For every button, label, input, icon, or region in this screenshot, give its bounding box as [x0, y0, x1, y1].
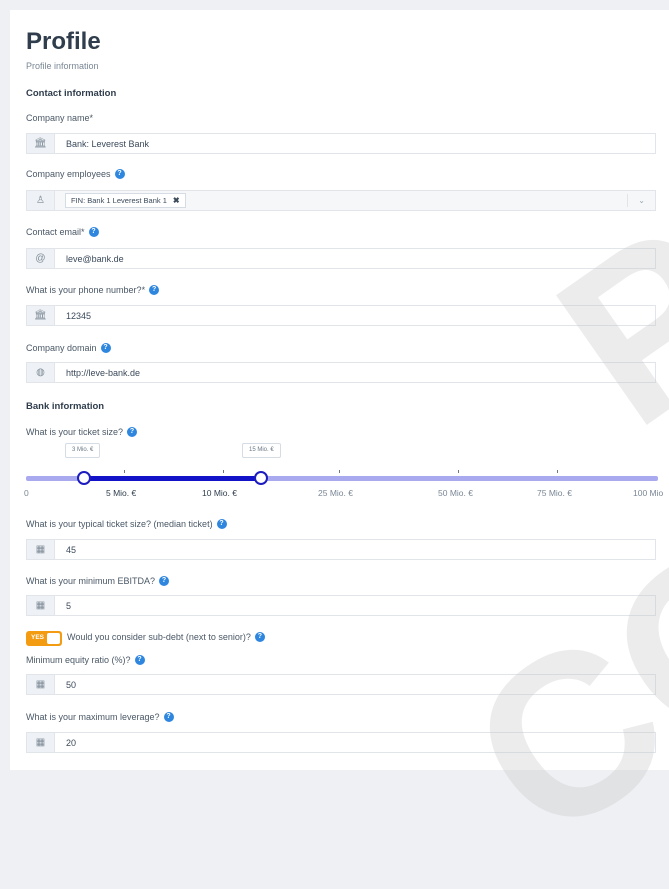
- at-icon: @: [27, 249, 55, 268]
- globe-icon: ◍: [27, 363, 55, 382]
- calculator-icon: ▦: [27, 675, 55, 694]
- help-icon[interactable]: ?: [134, 655, 145, 665]
- slider-min-bubble: 3 Mio. €: [65, 443, 101, 458]
- contact-email-value: leve@bank.de: [66, 253, 124, 264]
- typical-ticket-label: What is your typical ticket size? (media…: [26, 519, 227, 529]
- company-employees-select[interactable]: ♙ FIN: Bank 1 Leverest Bank 1 ✖ ⌄: [26, 190, 656, 211]
- bank-icon: 🏛: [27, 306, 55, 325]
- toggle-knob: [47, 633, 60, 644]
- help-icon[interactable]: ?: [114, 169, 125, 179]
- equity-ratio-label: Minimum equity ratio (%)??: [26, 655, 145, 665]
- help-icon[interactable]: ?: [149, 285, 160, 295]
- contact-email-field[interactable]: @ leve@bank.de: [26, 248, 656, 269]
- tag-remove-icon[interactable]: ✖: [173, 196, 180, 205]
- slider-tick-label: 25 Mio. €: [318, 488, 353, 498]
- min-ebitda-field[interactable]: ▦ 5: [26, 595, 656, 616]
- select-separator: [627, 194, 628, 207]
- calculator-icon: ▦: [27, 596, 55, 615]
- slider-max-bubble: 15 Mio. €: [242, 443, 281, 458]
- help-icon[interactable]: ?: [254, 632, 265, 642]
- sub-debt-toggle[interactable]: YES: [26, 631, 62, 646]
- contact-section-heading: Contact information: [26, 88, 117, 99]
- toggle-yes-label: YES: [31, 634, 45, 641]
- max-leverage-field[interactable]: ▦ 20: [26, 732, 656, 753]
- slider-tick: [458, 470, 459, 473]
- phone-label: What is your phone number?*?: [26, 285, 160, 295]
- slider-tick: [339, 470, 340, 473]
- min-ebitda-value: 5: [66, 600, 72, 611]
- user-icon: ♙: [27, 191, 55, 210]
- max-leverage-value: 20: [66, 737, 77, 748]
- typical-ticket-field[interactable]: ▦ 45: [26, 539, 656, 560]
- company-name-field[interactable]: 🏛 Bank: Leverest Bank: [26, 133, 656, 154]
- slider-tick: [223, 470, 224, 473]
- help-icon[interactable]: ?: [88, 227, 99, 237]
- help-icon[interactable]: ?: [216, 519, 227, 529]
- max-leverage-label: What is your maximum leverage??: [26, 712, 174, 722]
- typical-ticket-value: 45: [66, 544, 77, 555]
- bank-section-heading: Bank information: [26, 401, 105, 412]
- bank-icon: 🏛: [27, 134, 55, 153]
- employee-tag: FIN: Bank 1 Leverest Bank 1 ✖: [65, 193, 186, 208]
- company-name-label: Company name*: [26, 113, 94, 123]
- ticket-size-label: What is your ticket size??: [26, 427, 138, 437]
- slider-tick-label: 50 Mio. €: [438, 488, 473, 498]
- slider-tick-label: 75 Mio. €: [537, 488, 572, 498]
- slider-tick: [557, 470, 558, 473]
- slider-tick-label: 5 Mio. €: [106, 488, 137, 498]
- contact-email-label: Contact email*?: [26, 227, 99, 237]
- equity-ratio-value: 50: [66, 679, 77, 690]
- company-name-value: Bank: Leverest Bank: [66, 138, 150, 149]
- chevron-down-icon[interactable]: ⌄: [638, 196, 645, 205]
- slider-max-handle[interactable]: [254, 471, 269, 485]
- sub-debt-label: Would you consider sub-debt (next to sen…: [67, 632, 265, 642]
- help-icon[interactable]: ?: [163, 712, 174, 722]
- domain-value: http://leve-bank.de: [66, 367, 141, 378]
- ticket-size-slider-fill: [84, 476, 262, 481]
- help-icon[interactable]: ?: [100, 343, 111, 353]
- phone-value: 12345: [66, 310, 92, 321]
- domain-field[interactable]: ◍ http://leve-bank.de: [26, 362, 656, 383]
- help-icon[interactable]: ?: [159, 576, 170, 586]
- employee-tag-label: FIN: Bank 1 Leverest Bank 1: [71, 196, 167, 205]
- domain-label: Company domain?: [26, 343, 111, 353]
- slider-tick-label: 10 Mio. €: [202, 488, 237, 498]
- ticket-size-slider-track[interactable]: [26, 476, 658, 481]
- min-ebitda-label: What is your minimum EBITDA??: [26, 576, 170, 586]
- page-title: Profile: [26, 28, 101, 55]
- slider-tick-label: 100 Mio: [633, 488, 664, 498]
- calculator-icon: ▦: [27, 540, 55, 559]
- slider-tick: [124, 470, 125, 473]
- page-subtitle: Profile information: [26, 61, 99, 71]
- help-icon[interactable]: ?: [127, 427, 138, 437]
- equity-ratio-field[interactable]: ▦ 50: [26, 674, 656, 695]
- calculator-icon: ▦: [27, 733, 55, 752]
- phone-field[interactable]: 🏛 12345: [26, 305, 656, 326]
- slider-tick-label: 0: [24, 488, 29, 498]
- company-employees-label: Company employees?: [26, 169, 125, 179]
